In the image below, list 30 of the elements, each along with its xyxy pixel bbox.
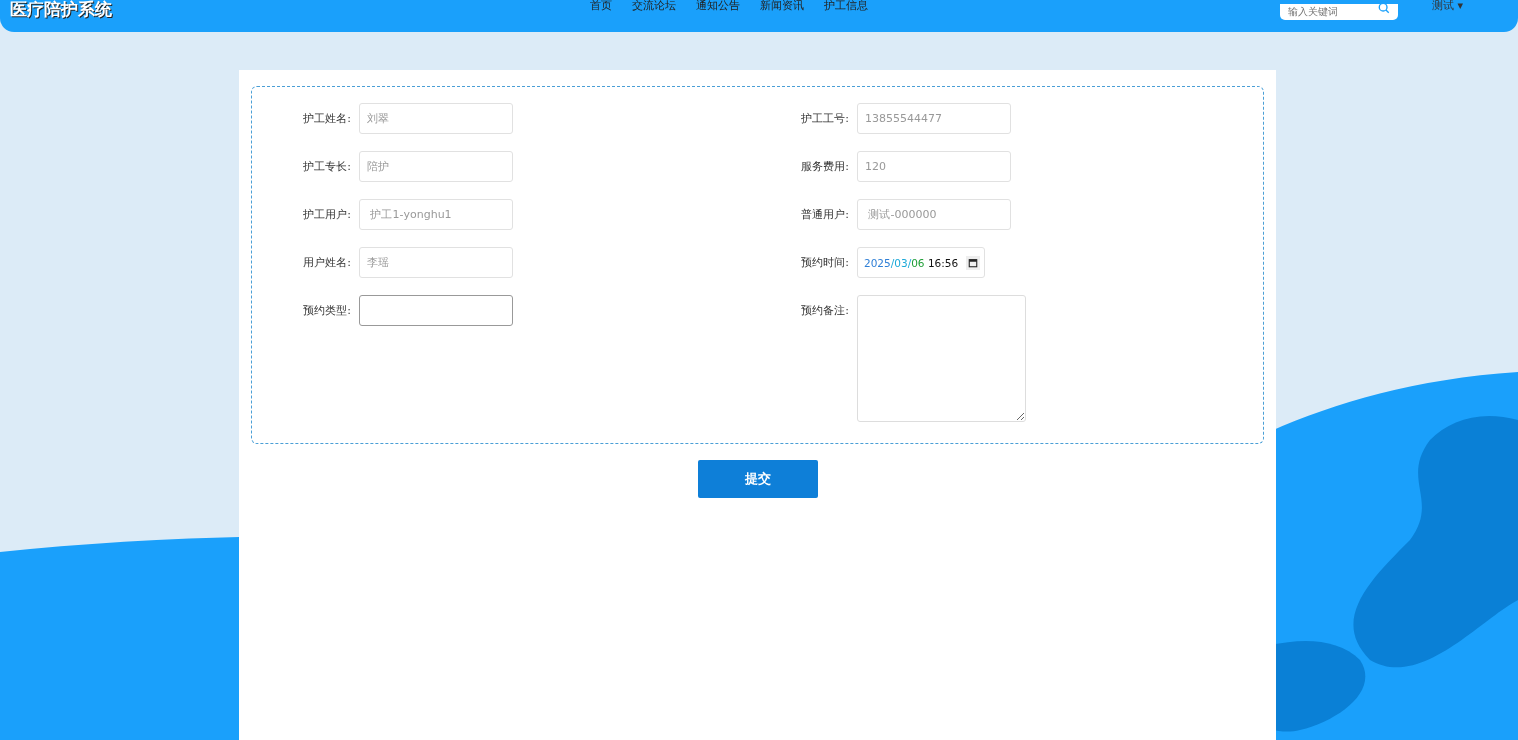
search-icon[interactable] bbox=[1378, 2, 1390, 14]
nav-link[interactable]: 护工信息 bbox=[824, 0, 868, 12]
field-label: 用户姓名: bbox=[302, 255, 352, 271]
field-label: 护工姓名: bbox=[302, 111, 352, 127]
input-field[interactable]: 护工1-yonghu1 bbox=[359, 199, 513, 230]
nav-link[interactable]: 首页 bbox=[590, 0, 612, 12]
search-field[interactable]: 输入关键词 bbox=[1280, 3, 1398, 20]
user-menu[interactable]: 测试 ▾ bbox=[1432, 0, 1464, 12]
input-field[interactable]: 刘翠 bbox=[359, 103, 513, 134]
field-label: 普通用户: bbox=[800, 207, 850, 223]
field-label: 预约备注: bbox=[800, 303, 850, 319]
datetime-field[interactable]: 2025/03/06 16:56 bbox=[857, 247, 985, 278]
input-field[interactable]: 李瑶 bbox=[359, 247, 513, 278]
input-field[interactable]: 120 bbox=[857, 151, 1011, 182]
nav-link[interactable]: 通知公告 bbox=[696, 0, 740, 12]
field-label: 预约时间: bbox=[800, 255, 850, 271]
input-field[interactable]: 13855544477 bbox=[857, 103, 1011, 134]
input-field[interactable] bbox=[359, 295, 513, 326]
nav-link[interactable]: 新闻资讯 bbox=[760, 0, 804, 12]
field-label: 预约类型: bbox=[302, 303, 352, 319]
field-label: 护工用户: bbox=[302, 207, 352, 223]
input-field[interactable]: 测试-000000 bbox=[857, 199, 1011, 230]
submit-button[interactable]: 提交 bbox=[697, 460, 818, 498]
nav-link[interactable]: 交流论坛 bbox=[632, 0, 676, 12]
site-title: 医疗陪护系统 bbox=[10, 0, 113, 18]
field-label: 护工专长: bbox=[302, 159, 352, 175]
field-label: 护工工号: bbox=[800, 111, 850, 127]
field-label: 服务费用: bbox=[800, 159, 850, 175]
input-field[interactable]: 陪护 bbox=[359, 151, 513, 182]
calendar-icon[interactable] bbox=[966, 255, 981, 270]
